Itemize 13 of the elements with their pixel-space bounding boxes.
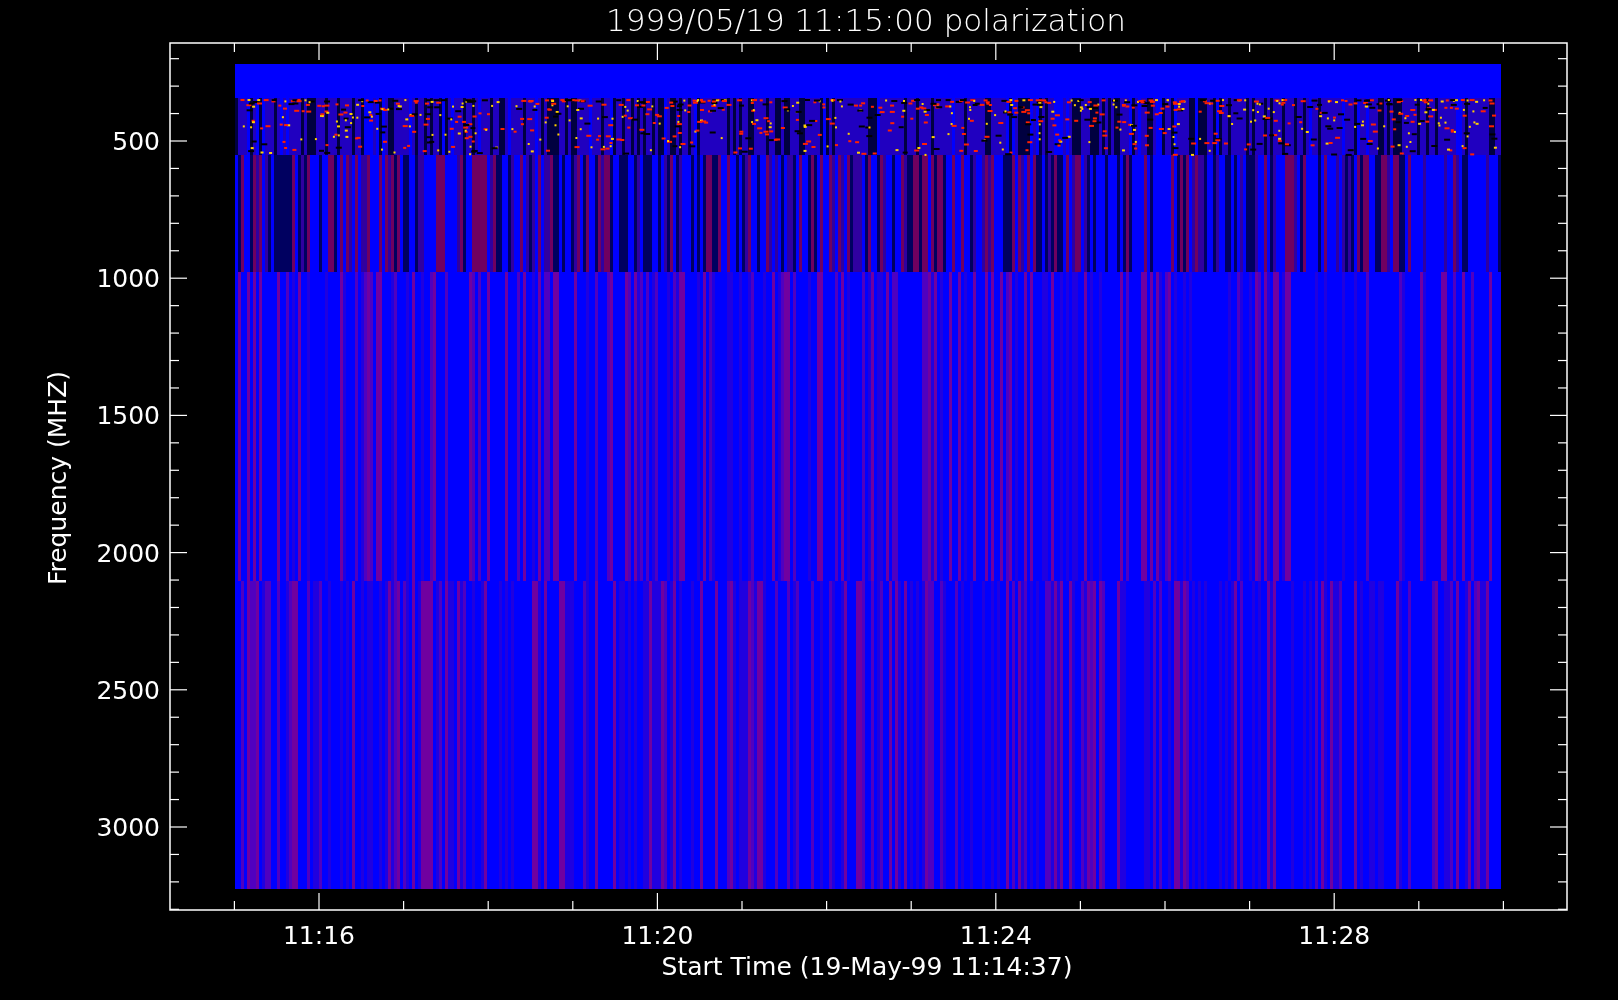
y-tick-label: 500 xyxy=(112,127,160,156)
y-tick-label: 2000 xyxy=(96,538,160,568)
y-axis-label: Frequency (MHZ) xyxy=(43,370,72,586)
x-axis-label: Start Time (19-May-99 11:14:37) xyxy=(661,952,1073,981)
y-tick-label: 3000 xyxy=(96,813,160,842)
y-tick-label: 1000 xyxy=(96,264,160,294)
y-tick-label: 1500 xyxy=(96,401,160,431)
x-tick-label: 11:16 xyxy=(283,921,355,950)
x-tick-label: 11:20 xyxy=(621,921,694,950)
y-tick-label: 2500 xyxy=(96,675,160,705)
x-tick-label: 11:28 xyxy=(1298,921,1371,950)
x-tick-label: 11:24 xyxy=(959,921,1032,950)
chart-title: 1999/05/19 11:15:00 polarization xyxy=(606,2,1126,38)
